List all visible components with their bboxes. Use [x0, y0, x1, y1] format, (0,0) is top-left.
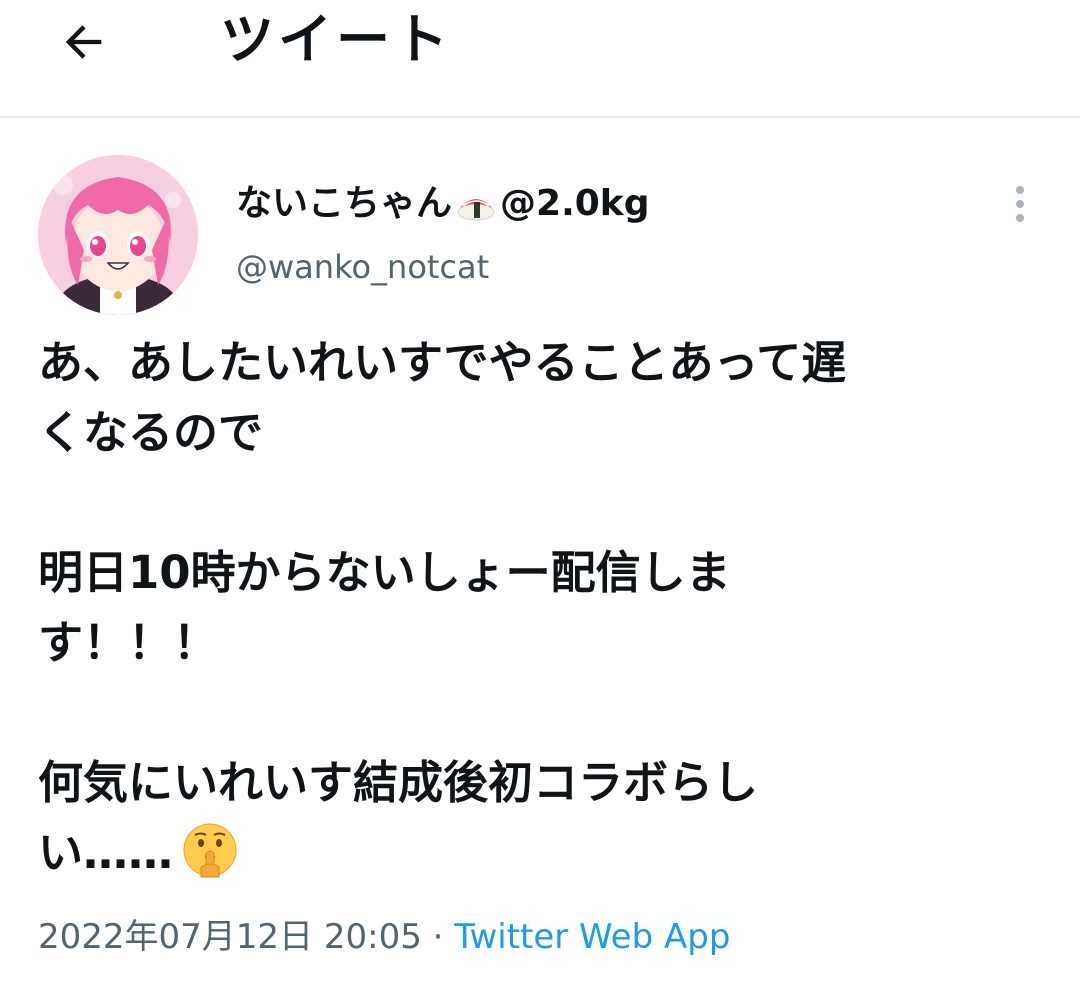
display-name[interactable]: ないこちゃん @2.0kg [236, 180, 650, 228]
meta-separator: · [421, 917, 455, 957]
tweet-meta: 2022年07月12日 20:05 · Twitter Web App [38, 913, 730, 961]
tweet-line: 何気にいれいす結成後初コラボらし [38, 756, 759, 809]
tweet-line: あ、あしたいれいすでやることあって遅 [38, 336, 847, 389]
tweet-line: くなるので [38, 406, 264, 459]
tweet: ないこちゃん @2.0kg @wanko_notcat あ、あしたいれいすでやる… [0, 120, 1080, 987]
source-link[interactable]: Twitter Web App [454, 917, 730, 957]
more-vertical-icon-dot [1016, 200, 1024, 208]
display-name-text: ないこちゃん [236, 183, 453, 224]
back-button[interactable] [52, 10, 116, 74]
more-options-button[interactable] [996, 180, 1044, 228]
timestamp[interactable]: 2022年07月12日 20:05 [38, 917, 422, 957]
more-vertical-icon-dot [1016, 214, 1024, 222]
shushing-face-icon [181, 821, 239, 879]
tweet-line: す！！！ [38, 616, 219, 669]
avatar-image [38, 155, 198, 315]
tweet-line-text: い…… [38, 826, 174, 879]
tweet-text: あ、あしたいれいすでやることあって遅 くなるので 明日10時からないしょー配信し… [38, 328, 1058, 888]
page-title: ツイート [220, 8, 452, 71]
sushi-icon [454, 186, 498, 222]
user-handle[interactable]: @wanko_notcat [236, 245, 489, 289]
more-vertical-icon [1016, 186, 1024, 194]
tweet-line: 明日10時からないしょー配信しま [38, 546, 731, 599]
tweet-line-last: い…… [38, 818, 1058, 888]
top-bar: ツイート [0, 0, 1080, 118]
avatar[interactable] [38, 155, 198, 315]
display-name-suffix: @2.0kg [500, 183, 650, 224]
arrow-left-icon [65, 25, 102, 59]
